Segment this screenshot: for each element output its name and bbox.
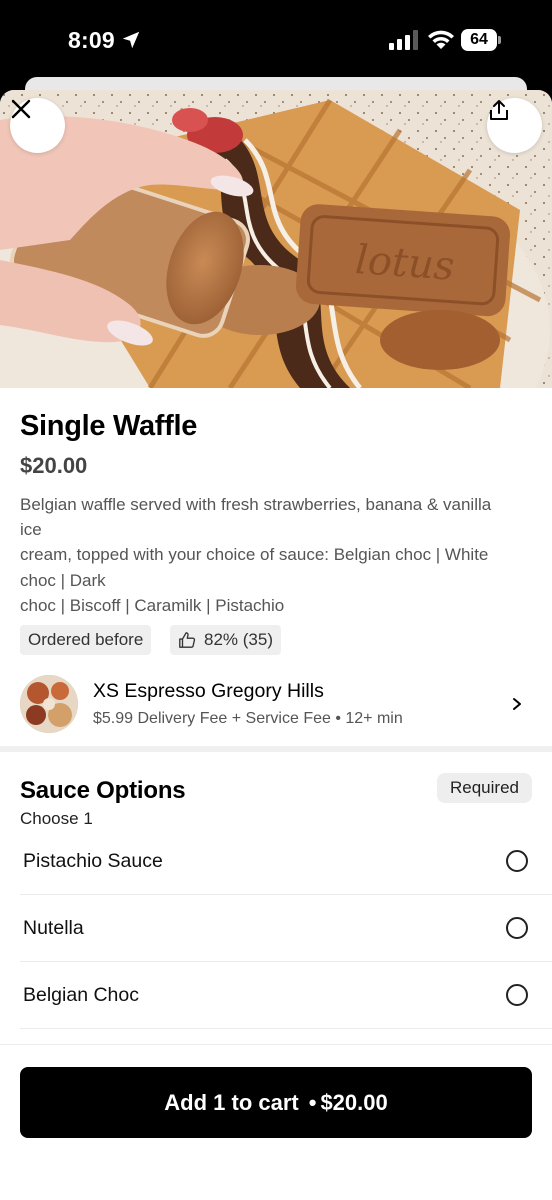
battery-level: 64 bbox=[461, 29, 497, 51]
biscuit-text: lotus bbox=[354, 237, 456, 290]
location-arrow-icon bbox=[122, 31, 140, 49]
waffle-photo: lotus bbox=[0, 90, 552, 388]
store-meta: $5.99 Delivery Fee + Service Fee • 12+ m… bbox=[93, 710, 403, 727]
section-divider bbox=[0, 746, 552, 752]
option-label: Pistachio Sauce bbox=[23, 850, 163, 872]
add-to-cart-button[interactable]: Add 1 to cart • $20.00 bbox=[20, 1067, 532, 1138]
status-time: 8:09 bbox=[68, 27, 115, 53]
required-badge: Required bbox=[437, 773, 532, 803]
item-detail-content: Single Waffle $20.00 Belgian waffle serv… bbox=[0, 388, 552, 1200]
description-line: Belgian waffle served with fresh strawbe… bbox=[20, 495, 492, 514]
sauce-options-title: Sauce Options bbox=[20, 777, 186, 804]
option-label: Nutella bbox=[23, 917, 84, 939]
description-line: ice bbox=[20, 520, 42, 540]
add-to-cart-price: $20.00 bbox=[320, 1089, 388, 1115]
description-line: choc | Biscoff | Caramilk | Pistachio bbox=[20, 595, 285, 615]
store-avatar bbox=[20, 675, 78, 733]
option-belgian-choc[interactable]: Belgian Choc bbox=[20, 962, 552, 1029]
ordered-before-badge: Ordered before bbox=[20, 625, 152, 655]
share-button[interactable] bbox=[487, 98, 542, 153]
battery-icon: 64 bbox=[461, 29, 501, 51]
option-nutella[interactable]: Nutella bbox=[20, 895, 552, 962]
ordered-before-label: Ordered before bbox=[28, 630, 144, 649]
description-line: cream, topped with your choice of sauce:… bbox=[20, 545, 489, 565]
add-to-cart-label: Add 1 to cart bbox=[164, 1089, 299, 1115]
radio-button[interactable] bbox=[506, 984, 528, 1006]
add-to-cart-separator: • bbox=[308, 1089, 317, 1115]
item-hero-image: lotus bbox=[0, 90, 552, 388]
close-button[interactable] bbox=[10, 98, 65, 153]
chevron-right-icon bbox=[513, 698, 521, 710]
thumbs-up-icon bbox=[179, 632, 196, 648]
close-icon bbox=[11, 99, 31, 119]
bottom-action-bar: Add 1 to cart • $20.00 bbox=[0, 1044, 552, 1200]
store-name: XS Espresso Gregory Hills bbox=[93, 680, 324, 702]
cellular-signal-icon bbox=[389, 30, 418, 50]
rating-label: 82% (35) bbox=[204, 630, 273, 649]
status-bar: 8:09 64 bbox=[0, 0, 552, 84]
radio-button[interactable] bbox=[506, 917, 528, 939]
description-line: choc | Dark bbox=[20, 570, 106, 590]
sauce-options-subtitle: Choose 1 bbox=[20, 809, 93, 828]
option-pistachio-sauce[interactable]: Pistachio Sauce bbox=[20, 828, 552, 895]
radio-button[interactable] bbox=[506, 850, 528, 872]
item-description: Belgian waffle served with fresh strawbe… bbox=[20, 492, 532, 618]
option-label: Belgian Choc bbox=[23, 984, 139, 1006]
wifi-icon bbox=[428, 30, 454, 49]
item-title: Single Waffle bbox=[20, 410, 198, 442]
item-price: $20.00 bbox=[20, 453, 88, 478]
rating-badge: 82% (35) bbox=[170, 625, 281, 655]
store-row[interactable]: XS Espresso Gregory Hills $5.99 Delivery… bbox=[0, 668, 552, 748]
share-icon bbox=[490, 100, 508, 120]
